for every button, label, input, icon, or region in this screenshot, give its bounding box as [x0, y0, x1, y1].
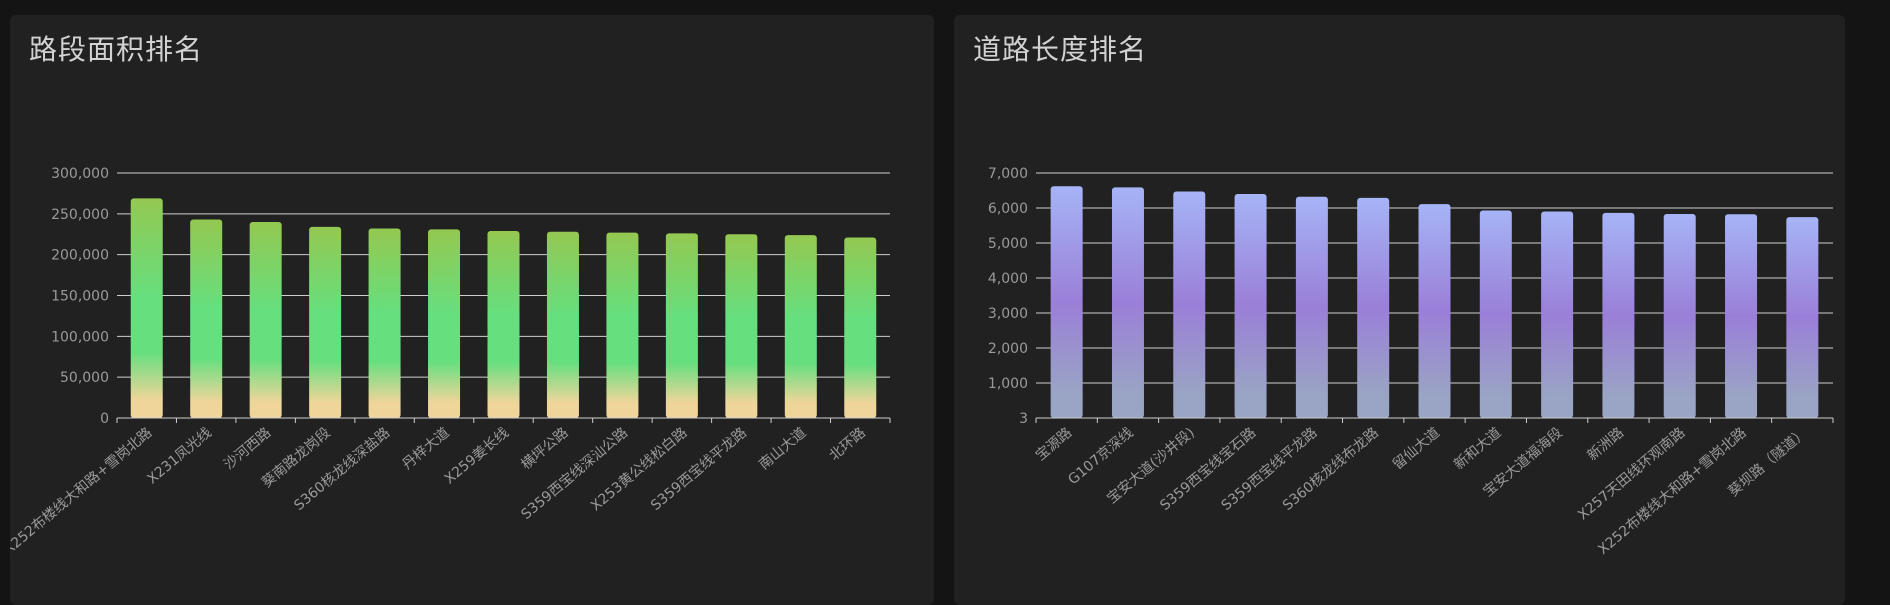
bar[interactable]: [784, 235, 817, 418]
bar[interactable]: [368, 228, 401, 418]
x-tick-label: X257天田线环观南路: [1575, 425, 1688, 524]
bar[interactable]: [1786, 217, 1819, 418]
y-tick-label: 2,000: [988, 341, 1028, 357]
bar[interactable]: [249, 222, 282, 418]
bar[interactable]: [1050, 186, 1083, 418]
length-ranking-chart: 31,0002,0003,0004,0005,0006,0007,000宝源路G…: [988, 166, 1834, 558]
bar[interactable]: [1111, 187, 1144, 418]
bar[interactable]: [1479, 210, 1512, 418]
bar[interactable]: [1663, 213, 1696, 418]
bar[interactable]: [665, 233, 698, 418]
y-tick-label: 7,000: [988, 166, 1028, 182]
y-tick-label: 250,000: [51, 207, 109, 223]
bar[interactable]: [1173, 191, 1206, 418]
x-tick-label: X253黄公线松白路: [587, 424, 690, 514]
y-tick-label: 5,000: [988, 236, 1028, 252]
y-tick-label: 3: [1019, 411, 1028, 427]
bar[interactable]: [1725, 214, 1758, 418]
bar[interactable]: [1234, 194, 1267, 418]
y-tick-label: 300,000: [51, 166, 109, 182]
y-tick-label: 6,000: [988, 201, 1028, 217]
x-tick-label: 南山大道: [756, 425, 809, 473]
bar[interactable]: [428, 229, 461, 418]
x-tick-label: 新和大道: [1451, 425, 1504, 473]
y-tick-label: 150,000: [51, 289, 109, 305]
bar[interactable]: [487, 230, 520, 418]
x-tick-label: 新洲路: [1585, 425, 1627, 464]
area-ranking-chart: 0 50,000 100,000 150,000 200,000 250,000 300,0…: [10, 166, 891, 558]
x-tick-label: 留仙大道: [1390, 425, 1443, 473]
bar[interactable]: [725, 234, 758, 418]
bar[interactable]: [1295, 196, 1328, 418]
bar[interactable]: [844, 237, 877, 418]
x-tick-label: X252布楼线大和路+雪岗北路: [10, 425, 155, 558]
bar[interactable]: [1357, 197, 1390, 418]
y-tick-label: 200,000: [51, 248, 109, 264]
x-tick-label: X259姜长线: [442, 425, 512, 488]
x-tick-label: 横坪公路: [518, 425, 571, 473]
x-tick-label: S359西宝线深汕公路: [518, 425, 631, 523]
bar[interactable]: [606, 232, 639, 418]
bar[interactable]: [309, 226, 342, 418]
y-tick-label: 50,000: [60, 370, 109, 386]
y-tick-label: 4,000: [988, 271, 1028, 287]
y-tick-label: 3,000: [988, 306, 1028, 322]
bar[interactable]: [1602, 212, 1635, 418]
x-tick-label: X231凤光线: [144, 425, 214, 488]
length-ranking-panel: 道路长度排名 3 1,000 2,000 3,000 4,000 5,000 6,000 7,…: [954, 15, 1845, 605]
x-tick-label: 宝源路: [1033, 425, 1075, 464]
bar[interactable]: [546, 231, 579, 418]
y-tick-label: 1,000: [988, 376, 1028, 392]
bar[interactable]: [1418, 204, 1451, 418]
x-tick-label: 丹梓大道: [399, 425, 452, 473]
y-tick-label: 0: [100, 411, 109, 427]
bar[interactable]: [190, 219, 223, 418]
y-tick-label: 100,000: [51, 329, 109, 345]
x-tick-label: 沙河西路: [221, 425, 274, 473]
bar[interactable]: [1541, 211, 1574, 419]
area-ranking-panel: 路段面积排名 0 50,000 100,000 150,000 200,000 250,0…: [10, 15, 934, 605]
x-tick-label: 北环路: [826, 425, 868, 464]
bar[interactable]: [130, 198, 163, 418]
